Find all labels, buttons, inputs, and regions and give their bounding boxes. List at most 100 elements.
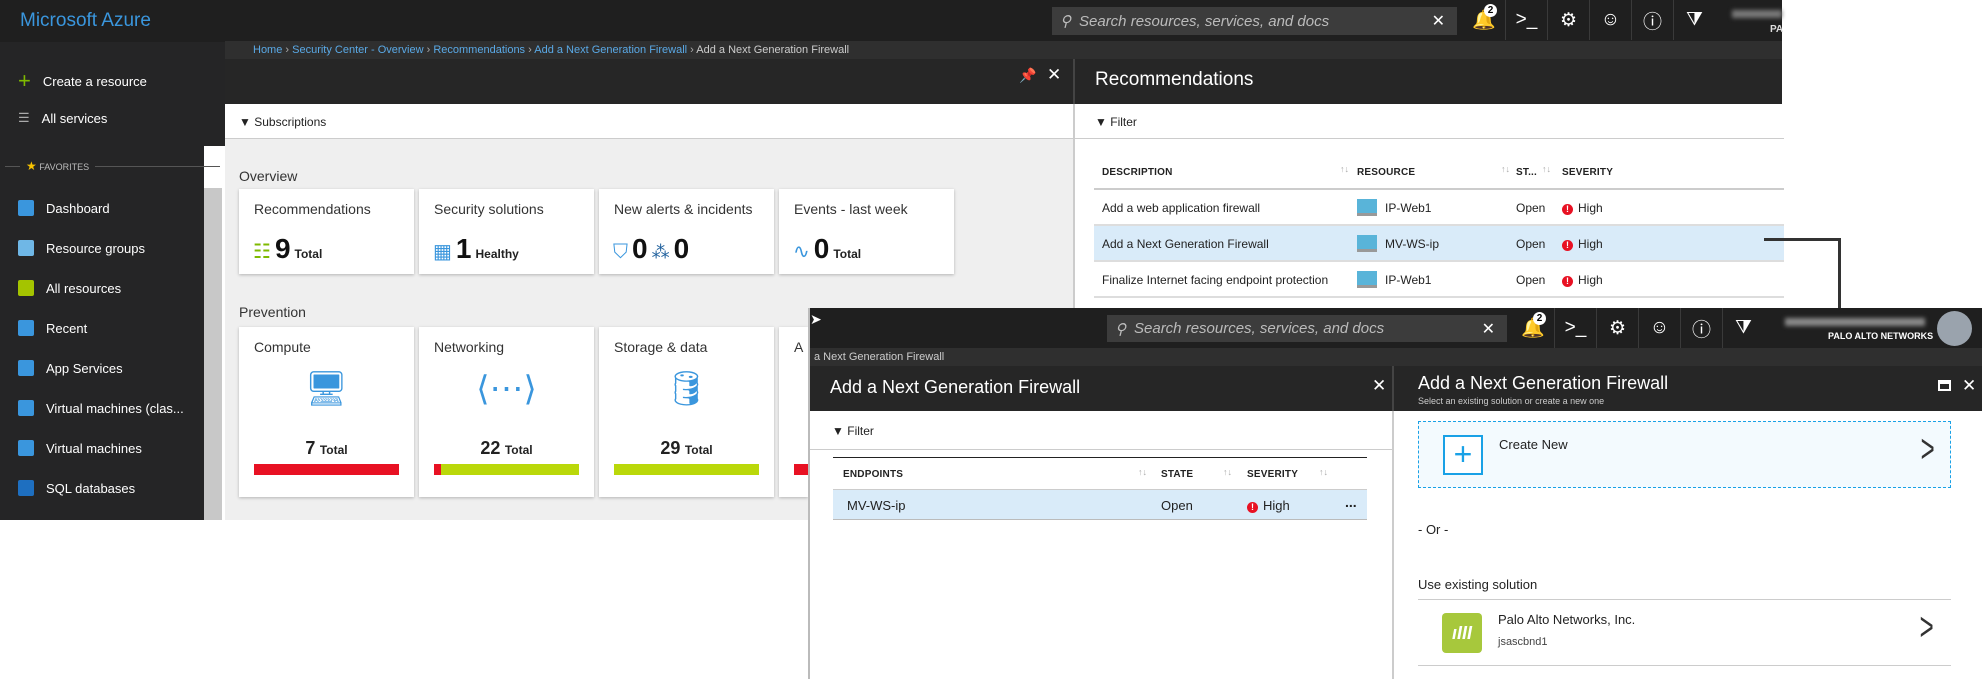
cloud-shell-icon[interactable]: >_ — [1505, 0, 1547, 40]
resource[interactable]: IP-Web1 — [1385, 273, 1431, 287]
resource-groups-icon — [18, 240, 34, 256]
maximize-icon[interactable] — [1938, 380, 1951, 391]
notifications-button[interactable]: 🔔 2 — [1512, 308, 1554, 348]
tile-unit: Total — [294, 247, 323, 261]
table-row[interactable]: MV-WS-ip Open ! High ... — [833, 489, 1367, 520]
close-icon[interactable]: ✕ — [1962, 376, 1976, 396]
sidebar-item-all-resources[interactable]: All resources — [18, 280, 121, 296]
cloud-shell-icon[interactable]: >_ — [1554, 308, 1596, 348]
sort-icon[interactable]: ↑↓ — [1340, 164, 1349, 174]
existing-solution-item[interactable]: ıIII Palo Alto Networks, Inc. jsascbnd1 … — [1418, 599, 1951, 666]
tile-title: Recommendations — [254, 201, 371, 217]
sidebar-item-resource-groups[interactable]: Resource groups — [18, 240, 145, 256]
col-endpoints[interactable]: ENDPOINTS — [843, 469, 903, 480]
sort-icon[interactable]: ↑↓ — [1501, 164, 1510, 174]
solution-id: jsascbnd1 — [1498, 636, 1548, 648]
chevron-right-icon: > — [1919, 605, 1934, 649]
prevention-tile[interactable]: Compute 🖥 7 Total — [239, 327, 414, 497]
overview-tile[interactable]: Recommendations ☷ 9 Total — [239, 189, 414, 274]
prevention-tile[interactable]: Networking ⟨⋯⟩ 22 Total — [419, 327, 594, 497]
feedback-smiley-icon[interactable]: ☺ — [1638, 308, 1680, 348]
close-icon[interactable]: ✕ — [1372, 376, 1386, 396]
column-header[interactable]: RESOURCE — [1357, 167, 1415, 178]
feedback-smiley-icon[interactable]: ☺ — [1589, 0, 1631, 40]
sort-icon[interactable]: ↑↓ — [1138, 467, 1147, 477]
column-header[interactable]: SEVERITY — [1562, 167, 1613, 178]
vm-icon — [1357, 271, 1377, 288]
sidebar-scrollbar[interactable] — [204, 188, 222, 520]
column-header[interactable]: ST... — [1516, 167, 1537, 178]
tile-title: Storage & data — [614, 339, 708, 355]
sidebar-item-virtual-machines[interactable]: Virtual machines — [18, 440, 142, 456]
front-search-input[interactable]: ⚲ Search resources, services, and docs ✕ — [1107, 315, 1507, 342]
help-icon[interactable]: ⓘ — [1680, 308, 1722, 348]
breadcrumb-item[interactable]: Home — [253, 44, 282, 56]
use-existing-heading: Use existing solution — [1418, 577, 1538, 592]
filter-icon: ▼ — [239, 115, 251, 129]
app-title[interactable]: Microsoft Azure — [20, 10, 151, 32]
table-row[interactable]: Add a web application firewall IP-Web1 O… — [1094, 190, 1784, 226]
search-input[interactable]: ⚲ Search resources, services, and docs ✕ — [1052, 7, 1457, 35]
directory-filter-icon[interactable]: ⧩ — [1722, 308, 1764, 348]
sidebar-item-app-services[interactable]: App Services — [18, 360, 123, 376]
account-blurred[interactable] — [1732, 10, 1782, 18]
storage-sql-icon: 🛢 — [664, 370, 709, 408]
create-resource-button[interactable]: + Create a resource — [18, 68, 147, 94]
breadcrumb-item[interactable]: Security Center - Overview — [292, 44, 423, 56]
breadcrumb-separator: › — [282, 44, 293, 56]
sort-icon[interactable]: ↑↓ — [1319, 467, 1328, 477]
tile-unit: Total — [833, 247, 862, 261]
endpoint-name: MV-WS-ip — [847, 498, 906, 513]
pin-icon[interactable]: 📌 — [1019, 67, 1036, 84]
overview-tile[interactable]: New alerts & incidents ⛉ 0 ⁂ 0 — [599, 189, 774, 274]
table-row[interactable]: Add a Next Generation Firewall MV-WS-ip … — [1094, 226, 1784, 262]
sql-icon — [18, 480, 34, 496]
directory-filter-icon[interactable]: ⧩ — [1673, 0, 1715, 40]
table-row[interactable]: Finalize Internet facing endpoint protec… — [1094, 262, 1784, 298]
clear-search-icon[interactable]: ✕ — [1432, 11, 1445, 31]
tile-title: Security solutions — [434, 201, 544, 217]
sidebar-item-virtual-machines-clas-[interactable]: Virtual machines (clas... — [18, 400, 184, 416]
clear-search-icon[interactable]: ✕ — [1482, 319, 1495, 339]
close-icon[interactable]: ✕ — [1047, 65, 1061, 85]
prevention-tile[interactable]: Storage & data 🛢 29 Total — [599, 327, 774, 497]
column-header[interactable]: DESCRIPTION — [1102, 167, 1173, 178]
compute-icon: 🖥 — [304, 370, 349, 408]
avatar[interactable] — [1937, 311, 1972, 346]
all-services-button[interactable]: ☰ All services — [18, 110, 107, 126]
severity-high-icon: ! — [1562, 240, 1573, 251]
more-button[interactable]: ... — [1345, 494, 1357, 510]
clock-icon — [18, 320, 34, 336]
breadcrumb: Home › Security Center - Overview › Reco… — [225, 41, 1782, 59]
state: Open — [1516, 273, 1546, 287]
subscriptions-filter[interactable]: ▼ Subscriptions — [225, 104, 1073, 139]
col-severity[interactable]: SEVERITY — [1247, 469, 1298, 480]
breadcrumb-item[interactable]: Recommendations — [433, 44, 525, 56]
tile-title: Events - last week — [794, 201, 908, 217]
prevention-tile[interactable]: A — [779, 327, 808, 497]
breadcrumb-item[interactable]: Add a Next Generation Firewall — [534, 44, 687, 56]
plus-icon: + — [1443, 435, 1483, 475]
sort-icon[interactable]: ↑↓ — [1223, 467, 1232, 477]
sidebar-item-dashboard[interactable]: Dashboard — [18, 200, 110, 216]
network-nodes-icon: ⁂ — [651, 242, 670, 262]
recommendations-filter[interactable]: ▼ Filter — [1075, 104, 1784, 139]
notifications-button[interactable]: 🔔 2 — [1463, 0, 1505, 40]
sidebar-item-recent[interactable]: Recent — [18, 320, 87, 336]
status-bar — [254, 464, 399, 475]
gear-icon[interactable]: ⚙ — [1596, 308, 1638, 348]
create-new-button[interactable]: + Create New > — [1418, 421, 1951, 488]
col-state[interactable]: STATE — [1161, 469, 1193, 480]
resource[interactable]: MV-WS-ip — [1385, 237, 1439, 251]
or-separator: - Or - — [1418, 522, 1449, 537]
checklist-icon: ☷ — [253, 241, 271, 263]
sort-icon[interactable]: ↑↓ — [1542, 164, 1551, 174]
account-blurred[interactable] — [1785, 318, 1925, 326]
sidebar-item-sql-databases[interactable]: SQL databases — [18, 480, 135, 496]
overview-tile[interactable]: Events - last week ∿ 0 Total — [779, 189, 954, 274]
help-icon[interactable]: ⓘ — [1631, 0, 1673, 40]
overview-tile[interactable]: Security solutions ▦ 1 Healthy — [419, 189, 594, 274]
endpoints-filter[interactable]: ▼ Filter — [810, 411, 1392, 450]
gear-icon[interactable]: ⚙ — [1547, 0, 1589, 40]
resource[interactable]: IP-Web1 — [1385, 201, 1431, 215]
